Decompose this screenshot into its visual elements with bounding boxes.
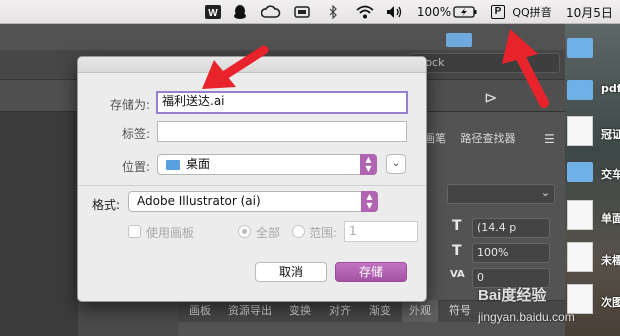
panel-menu-icon[interactable]: ☰ [544,132,555,146]
wifi-icon[interactable] [355,3,375,21]
tab-asset-export[interactable]: 资源导出 [222,300,278,322]
battery-icon[interactable] [452,3,478,21]
dialog-title-bar [78,57,426,73]
baidu-watermark-logo: Bai度经验 [478,287,547,304]
format-value: Adobe Illustrator (ai) [137,194,261,208]
chevron-down-icon: ⌄ [540,186,550,199]
chevron-down-icon: ⌄ [391,158,401,169]
font-style-dropdown[interactable]: ⌄ [447,184,555,204]
tracking-icon: VA [450,269,465,280]
expand-dialog-button[interactable]: ⌄ [386,154,406,174]
baidu-watermark-url: jingyan.baidu.com [478,310,575,324]
location-label: 位置: [121,160,150,174]
desktop-folder-icon[interactable] [567,162,593,182]
all-radio[interactable] [238,225,251,238]
display-icon[interactable] [293,3,311,21]
range-label: 范围: [309,226,338,240]
tools-panel [0,112,78,336]
format-select[interactable]: Adobe Illustrator (ai) ▲ ▼ [128,191,378,212]
save-as-label: 存储为: [109,98,150,112]
desktop-item-label: 冠证 [601,128,620,141]
font-size-icon: T [452,218,462,234]
svg-text:W: W [208,8,218,19]
bluetooth-icon[interactable] [326,3,340,21]
tab-symbols[interactable]: 符号 [442,300,478,322]
input-method-badge[interactable]: P [490,3,506,21]
tags-label: 标签: [121,127,150,141]
anchor-point-icon[interactable]: ⊳ [484,88,497,107]
desktop-folder-icon[interactable] [567,38,593,58]
tab-artboards[interactable]: 画板 [180,300,220,322]
app-top-bar [0,24,565,50]
scale-icon: T [452,243,462,259]
use-artboards-label: 使用画板 [146,226,195,240]
creative-cloud-icon[interactable] [260,3,282,21]
menubar-clock[interactable]: 10月5日 [566,3,620,21]
popup-arrows-icon: ▲ ▼ [360,154,377,175]
input-method-label[interactable]: QQ拼音 [510,3,554,21]
wps-icon[interactable]: W [204,3,222,21]
folder-icon [446,33,472,47]
filename-input[interactable]: 福利送达.ai [156,91,408,114]
battery-percent: 100% [416,5,452,19]
tags-input[interactable] [157,121,407,142]
scale-field[interactable]: 100% [472,243,550,263]
save-button[interactable]: 存储 [335,262,407,282]
cancel-button[interactable]: 取消 [255,262,327,282]
desktop-document-icon[interactable] [567,200,593,230]
desktop-item-label: pdf [601,82,620,95]
format-label: 格式: [91,198,120,212]
range-input[interactable]: 1 [344,221,418,242]
panel-body [178,322,565,336]
tab-align[interactable]: 对齐 [322,300,358,322]
tab-appearance[interactable]: 外观 [402,300,438,322]
save-dialog: 存储为: 福利送达.ai 标签: 位置: 桌面 ▲ ▼ ⌄ 格式: Adobe I… [77,56,427,302]
tab-transform[interactable]: 变换 [282,300,318,322]
desktop-item-label: 交车 [601,168,620,181]
range-radio[interactable] [292,225,305,238]
location-value: 桌面 [186,157,211,171]
desktop-item-label: 单面 [601,212,620,225]
desktop-folder-icon[interactable] [567,80,593,100]
desktop-document-icon[interactable] [567,116,593,146]
all-label: 全部 [256,226,281,240]
tab-pathfinder[interactable]: 路径查找器 [452,128,524,150]
input-method-letter: P [491,5,505,19]
volume-icon[interactable] [385,3,405,21]
tab-gradient[interactable]: 渐变 [362,300,398,322]
use-artboards-checkbox[interactable] [128,225,141,238]
dialog-separator [78,185,426,186]
menu-bar: W 100% P QQ拼音 10月5日 [0,0,620,24]
font-size-field[interactable]: (14.4 p [472,218,550,238]
search-input[interactable]: tock [410,53,560,73]
popup-arrows-icon: ▲ ▼ [361,191,378,212]
desktop-document-icon[interactable] [567,242,593,272]
desktop-item-label: 次图 [601,296,620,309]
folder-icon [166,160,180,170]
desktop-item-label: 未標 [601,254,620,267]
qq-penguin-icon[interactable] [231,3,249,21]
location-select[interactable]: 桌面 ▲ ▼ [157,154,377,175]
